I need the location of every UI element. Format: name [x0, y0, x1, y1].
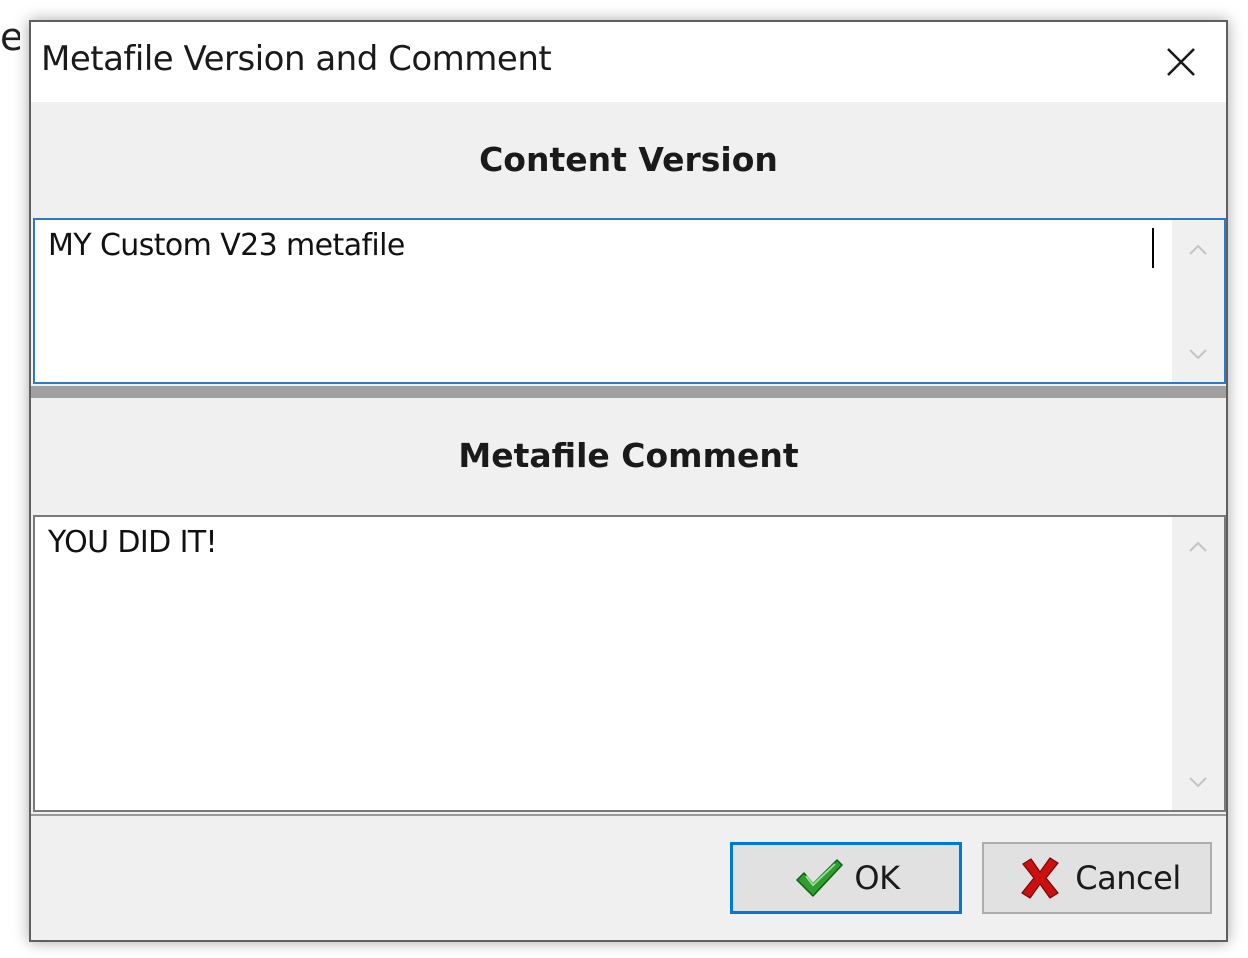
- metafile-comment-header: Metafile Comment: [458, 436, 799, 475]
- background-partial-text: e: [0, 15, 20, 59]
- ok-button-label: OK: [854, 859, 900, 897]
- metafile-comment-textarea[interactable]: YOU DID IT!: [33, 515, 1226, 812]
- metafile-dialog: Metafile Version and Comment Content Ver…: [29, 20, 1228, 942]
- chevron-down-icon: [1189, 777, 1207, 788]
- content-version-text: MY Custom V23 metafile: [48, 228, 405, 263]
- cancel-button-label: Cancel: [1075, 859, 1181, 897]
- checkmark-icon: [792, 855, 846, 901]
- content-version-header: Content Version: [479, 140, 778, 179]
- metafile-comment-text: YOU DID IT!: [48, 525, 218, 560]
- footer-divider: [31, 814, 1226, 816]
- chevron-up-icon: [1189, 541, 1207, 552]
- content-version-scrollbar[interactable]: [1172, 220, 1224, 382]
- scroll-up-button[interactable]: [1172, 525, 1224, 569]
- cancel-button[interactable]: Cancel: [982, 842, 1212, 914]
- scroll-down-button[interactable]: [1172, 760, 1224, 804]
- close-icon: [1167, 48, 1195, 76]
- metafile-comment-scrollbar[interactable]: [1172, 517, 1224, 810]
- close-button[interactable]: [1136, 22, 1226, 102]
- x-mark-icon: [1013, 855, 1067, 901]
- scroll-down-button[interactable]: [1172, 332, 1224, 376]
- splitter-bar[interactable]: [31, 386, 1226, 398]
- ok-button[interactable]: OK: [730, 842, 962, 914]
- dialog-title: Metafile Version and Comment: [41, 39, 552, 79]
- title-bar[interactable]: Metafile Version and Comment: [31, 22, 1226, 102]
- content-version-textarea[interactable]: MY Custom V23 metafile: [33, 218, 1226, 384]
- chevron-down-icon: [1189, 349, 1207, 360]
- chevron-up-icon: [1189, 244, 1207, 255]
- scroll-up-button[interactable]: [1172, 228, 1224, 272]
- text-caret: [1152, 228, 1154, 268]
